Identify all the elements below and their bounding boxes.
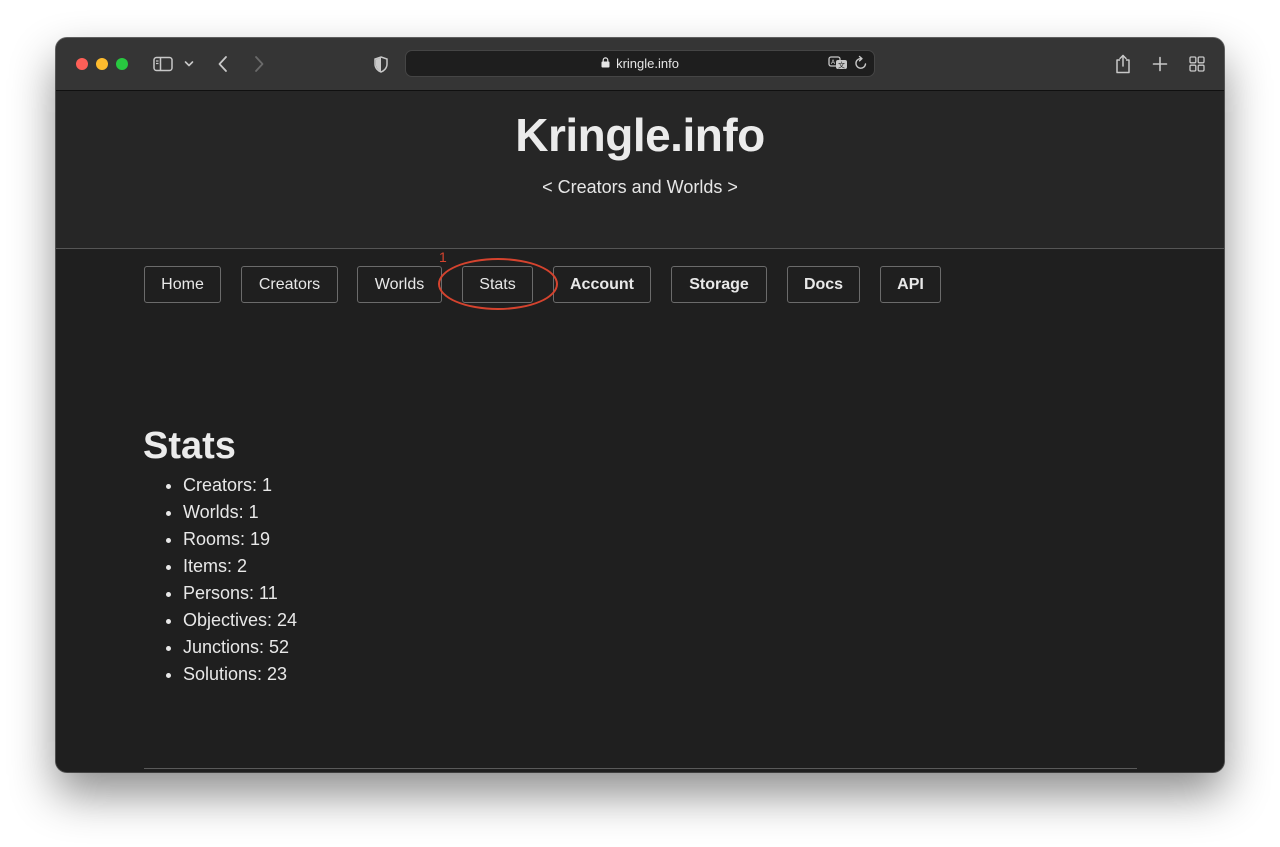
nav-worlds-button[interactable]: Worlds bbox=[357, 266, 442, 303]
close-window-button[interactable] bbox=[76, 58, 88, 70]
annotation-number: 1 bbox=[439, 249, 447, 265]
site-title[interactable]: Kringle.info bbox=[56, 108, 1224, 162]
lock-icon bbox=[601, 56, 610, 71]
stat-item-creators: Creators: 1 bbox=[183, 472, 297, 499]
nav-docs-button[interactable]: Docs bbox=[787, 266, 860, 303]
footer-divider bbox=[144, 768, 1137, 769]
nav-storage-button[interactable]: Storage bbox=[671, 266, 767, 303]
svg-text:A: A bbox=[831, 59, 836, 66]
nav-api-button[interactable]: API bbox=[880, 266, 941, 303]
nav-account-button[interactable]: Account bbox=[553, 266, 651, 303]
chevron-down-icon[interactable] bbox=[182, 52, 196, 76]
share-icon[interactable] bbox=[1113, 52, 1133, 76]
back-icon[interactable] bbox=[214, 52, 232, 76]
tab-overview-icon[interactable] bbox=[1187, 52, 1207, 76]
stat-item-persons: Persons: 11 bbox=[183, 580, 297, 607]
translate-icon[interactable]: 文A bbox=[828, 55, 850, 76]
url-text: kringle.info bbox=[616, 56, 679, 71]
zoom-window-button[interactable] bbox=[116, 58, 128, 70]
privacy-shield-icon[interactable] bbox=[371, 52, 391, 76]
browser-window: kringle.info 文A Kringle.info < Creators … bbox=[56, 38, 1224, 772]
minimize-window-button[interactable] bbox=[96, 58, 108, 70]
site-tagline: < Creators and Worlds > bbox=[542, 177, 738, 197]
stat-item-worlds: Worlds: 1 bbox=[183, 499, 297, 526]
stat-item-junctions: Junctions: 52 bbox=[183, 634, 297, 661]
svg-text:文: 文 bbox=[838, 61, 845, 70]
reload-icon[interactable] bbox=[854, 55, 868, 76]
stats-list: Creators: 1 Worlds: 1 Rooms: 19 Items: 2… bbox=[143, 472, 297, 688]
stats-heading: Stats bbox=[143, 425, 236, 467]
web-page: Kringle.info < Creators and Worlds > Hom… bbox=[56, 91, 1224, 772]
address-bar[interactable]: kringle.info 文A bbox=[405, 50, 875, 77]
nav-home-button[interactable]: Home bbox=[144, 266, 221, 303]
sidebar-toggle-icon[interactable] bbox=[152, 52, 174, 76]
stat-item-rooms: Rooms: 19 bbox=[183, 526, 297, 553]
site-header: Kringle.info < Creators and Worlds > bbox=[56, 91, 1224, 249]
forward-icon[interactable] bbox=[250, 52, 268, 76]
stat-item-objectives: Objectives: 24 bbox=[183, 607, 297, 634]
stat-item-items: Items: 2 bbox=[183, 553, 297, 580]
stat-item-solutions: Solutions: 23 bbox=[183, 661, 297, 688]
browser-toolbar: kringle.info 文A bbox=[56, 38, 1224, 91]
annotation-ellipse bbox=[438, 258, 558, 310]
nav-creators-button[interactable]: Creators bbox=[241, 266, 338, 303]
new-tab-icon[interactable] bbox=[1150, 52, 1170, 76]
